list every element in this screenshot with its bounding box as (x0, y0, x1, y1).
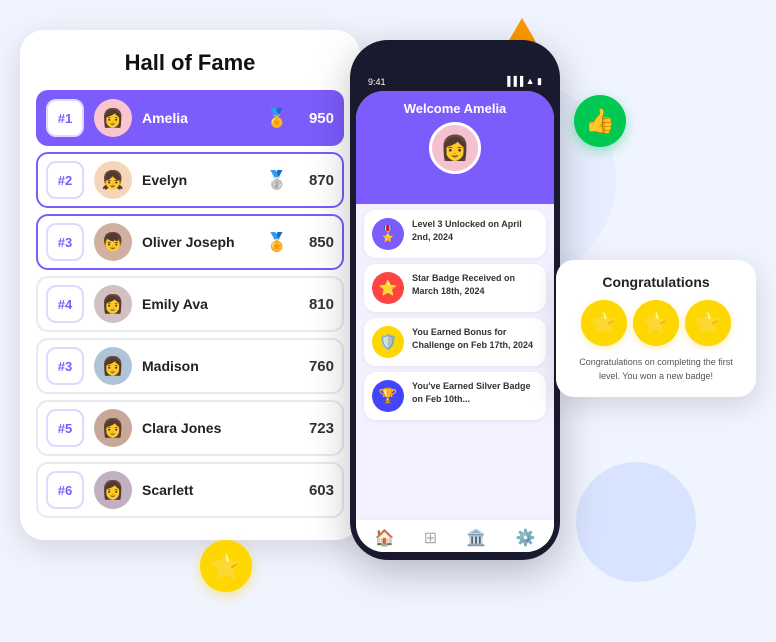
activity-item-3[interactable]: 🛡️ You Earned Bonus for Challenge on Feb… (364, 318, 546, 366)
hof-row-6[interactable]: #5 👩 Clara Jones 723 (36, 400, 344, 456)
phone-header: Welcome Amelia 👩 (356, 91, 554, 204)
hof-score-4: 810 (298, 296, 334, 313)
congrats-description: Congratulations on completing the first … (570, 356, 742, 383)
phone-notch (415, 52, 495, 72)
hall-of-fame-card: Hall of Fame #1 👩 Amelia 🏅 950 #2 👧 Evel… (20, 30, 360, 540)
bg-circle-2 (576, 462, 696, 582)
nav-grid-icon[interactable]: ⊞ (424, 528, 437, 548)
nav-home-icon[interactable]: 🏠 (375, 528, 395, 548)
hof-score-3: 850 (298, 234, 334, 251)
activity-item-4[interactable]: 🏆 You've Earned Silver Badge on Feb 10th… (364, 372, 546, 420)
phone-nav: 🏠 ⊞ 🏛️ ⚙️ (356, 519, 554, 552)
hof-row-1[interactable]: #1 👩 Amelia 🏅 950 (36, 90, 344, 146)
rank-badge-7: #6 (46, 471, 84, 509)
hof-name-6: Clara Jones (142, 420, 288, 436)
hof-score-5: 760 (298, 358, 334, 375)
phone-time: 9:41 (368, 77, 386, 87)
nav-settings-icon[interactable]: ⚙️ (515, 528, 535, 548)
activity-icon-3: 🛡️ (372, 326, 404, 358)
avatar-1: 👩 (94, 99, 132, 137)
star-icon: ⭐ (210, 551, 242, 582)
phone-status-bar: 9:41 ▐▐▐ ▲ ▮ (356, 76, 554, 87)
congrats-card: Congratulations ⭐ ⭐ ⭐ Congratulations on… (556, 260, 756, 397)
activity-item-1[interactable]: 🎖️ Level 3 Unlocked on April 2nd, 2024 (364, 210, 546, 258)
nav-leaderboard-icon[interactable]: 🏛️ (466, 528, 486, 548)
avatar-5: 👩 (94, 347, 132, 385)
hof-name-7: Scarlett (142, 482, 288, 498)
hof-name-1: Amelia (142, 110, 256, 126)
hof-score-7: 603 (298, 482, 334, 499)
activity-icon-4: 🏆 (372, 380, 404, 412)
phone-signals: ▐▐▐ ▲ ▮ (504, 76, 542, 87)
avatar-6: 👩 (94, 409, 132, 447)
avatar-2: 👧 (94, 161, 132, 199)
medal-1: 🏅 (266, 108, 288, 129)
hof-score-2: 870 (298, 172, 334, 189)
hof-name-3: Oliver Joseph (142, 234, 256, 250)
avatar-7: 👩 (94, 471, 132, 509)
triangle-decoration (508, 18, 536, 42)
congrats-star-3: ⭐ (685, 300, 731, 346)
activity-text-4: You've Earned Silver Badge on Feb 10th..… (412, 380, 538, 405)
activity-icon-1: 🎖️ (372, 218, 404, 250)
phone-welcome-text: Welcome Amelia (404, 101, 507, 116)
phone-frame: 9:41 ▐▐▐ ▲ ▮ Welcome Amelia 👩 🎖️ Level 3… (350, 40, 560, 560)
hof-score-6: 723 (298, 420, 334, 437)
congrats-title: Congratulations (570, 274, 742, 290)
rank-badge-4: #4 (46, 285, 84, 323)
thumbs-up-icon: 👍 (585, 107, 615, 136)
hof-row-5[interactable]: #3 👩 Madison 760 (36, 338, 344, 394)
congrats-star-2: ⭐ (633, 300, 679, 346)
medal-2: 🥈 (266, 170, 288, 191)
phone-user-avatar: 👩 (429, 122, 481, 174)
congrats-star-1: ⭐ (581, 300, 627, 346)
hof-row-7[interactable]: #6 👩 Scarlett 603 (36, 462, 344, 518)
rank-badge-6: #5 (46, 409, 84, 447)
thumbs-up-badge: 👍 (574, 95, 626, 147)
hof-row-3[interactable]: #3 👦 Oliver Joseph 🏅 850 (36, 214, 344, 270)
medal-3: 🏅 (266, 232, 288, 253)
rank-badge-1: #1 (46, 99, 84, 137)
hof-score-1: 950 (298, 110, 334, 127)
activity-icon-2: ⭐ (372, 272, 404, 304)
rank-badge-5: #3 (46, 347, 84, 385)
activity-text-1: Level 3 Unlocked on April 2nd, 2024 (412, 218, 538, 243)
congrats-stars-row: ⭐ ⭐ ⭐ (570, 300, 742, 346)
hof-title: Hall of Fame (36, 50, 344, 76)
star-badge-bottom: ⭐ (200, 540, 252, 592)
hof-row-2[interactable]: #2 👧 Evelyn 🥈 870 (36, 152, 344, 208)
phone-content: 🎖️ Level 3 Unlocked on April 2nd, 2024 ⭐… (356, 204, 554, 519)
hof-name-4: Emily Ava (142, 296, 288, 312)
activity-text-2: Star Badge Received on March 18th, 2024 (412, 272, 538, 297)
hof-name-5: Madison (142, 358, 288, 374)
activity-item-2[interactable]: ⭐ Star Badge Received on March 18th, 202… (364, 264, 546, 312)
avatar-4: 👩 (94, 285, 132, 323)
phone-inner: Welcome Amelia 👩 🎖️ Level 3 Unlocked on … (356, 91, 554, 552)
rank-badge-2: #2 (46, 161, 84, 199)
activity-text-3: You Earned Bonus for Challenge on Feb 17… (412, 326, 538, 351)
hof-row-4[interactable]: #4 👩 Emily Ava 810 (36, 276, 344, 332)
avatar-3: 👦 (94, 223, 132, 261)
rank-badge-3: #3 (46, 223, 84, 261)
hof-name-2: Evelyn (142, 172, 256, 188)
